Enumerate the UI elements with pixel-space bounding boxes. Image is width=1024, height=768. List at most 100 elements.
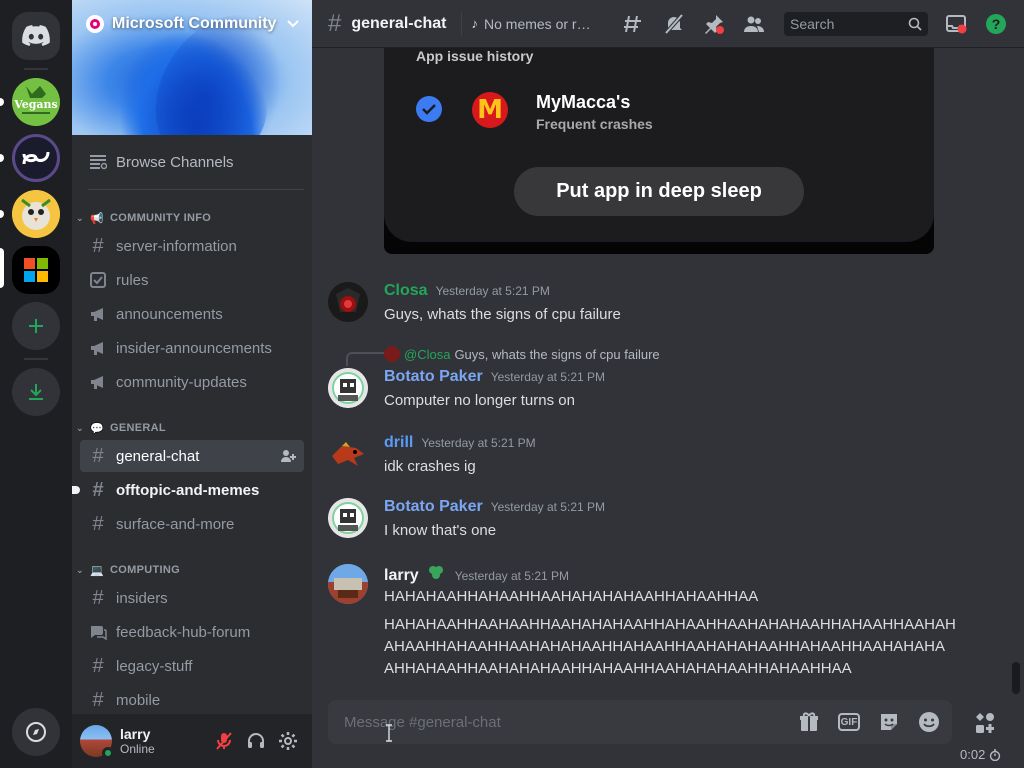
server-header[interactable]: Microsoft Community [72, 0, 312, 48]
timer-value: 0:02 [960, 747, 986, 762]
channel-server-information[interactable]: # server-information [80, 230, 304, 262]
avatar[interactable] [328, 282, 368, 322]
message-item: larry Yesterday at 5:21 PM HAHAHAAHHAHAA… [328, 564, 1008, 684]
server-icon-vegans[interactable]: Vegans [12, 78, 60, 126]
avatar[interactable] [328, 498, 368, 538]
channel-legacy-stuff[interactable]: # legacy-stuff [80, 650, 304, 682]
user-info[interactable]: larry Online [120, 726, 208, 756]
search-input[interactable]: Search [784, 12, 928, 36]
search-icon [908, 17, 922, 31]
message-input-placeholder: Message #general-chat [344, 713, 501, 731]
bell-muted-icon [664, 13, 684, 35]
server-icon-ae[interactable] [12, 134, 60, 182]
gift-button[interactable] [796, 709, 822, 735]
hash-icon: # [328, 9, 342, 37]
channel-insider-announcements[interactable]: insider-announcements [80, 332, 304, 364]
deafen-button[interactable] [240, 725, 272, 757]
category-general[interactable]: ⌄ 💬 GENERAL [74, 418, 166, 438]
message-line: HAHAHAAHHAAHAAHHAAHAHAHAAHHAHAAHHAAHAHAH… [384, 616, 956, 633]
plus-icon [29, 319, 43, 333]
apps-button[interactable] [970, 708, 1000, 738]
channel-topic[interactable]: No memes or ra... [484, 16, 592, 32]
hash-icon: # [92, 655, 104, 677]
channel-offtopic-and-memes[interactable]: # offtopic-and-memes [72, 474, 304, 506]
message-content: Guys, whats the signs of cpu failure [384, 306, 621, 323]
channel-mobile[interactable]: # mobile [80, 684, 304, 716]
svg-text:Vegans: Vegans [13, 98, 58, 111]
svg-text:?: ? [992, 16, 1001, 32]
server-badge-icon [86, 15, 104, 33]
notification-settings-button[interactable] [662, 12, 686, 36]
channel-label: insiders [116, 589, 168, 607]
discord-app: Vegans Microsoft Community Browse Channe… [0, 0, 1024, 768]
channel-insiders[interactable]: # insiders [80, 582, 304, 614]
channel-label: rules [116, 271, 149, 289]
scrollbar-thumb[interactable] [1012, 662, 1020, 694]
microphone-muted-icon [216, 732, 232, 750]
avatar[interactable] [328, 434, 368, 474]
message-author[interactable]: Closa [384, 282, 428, 300]
member-list-button[interactable] [742, 12, 766, 36]
channel-rules[interactable]: rules [80, 264, 304, 296]
rules-check-icon [88, 270, 108, 290]
screenshot-app-name: MyMacca's [536, 92, 631, 112]
message-line: AHAAHHAHAAHHAAHAHAHAAHHAHAAHHAAHAHAHAAHH… [384, 638, 945, 655]
message-timestamp: Yesterday at 5:21 PM [421, 436, 536, 450]
channel-label: mobile [116, 691, 161, 709]
mute-button[interactable] [208, 725, 240, 757]
pinned-messages-button[interactable] [702, 12, 726, 36]
channel-feedback-hub-forum[interactable]: feedback-hub-forum [80, 616, 304, 648]
category-computing[interactable]: ⌄ 💻 COMPUTING [74, 560, 180, 580]
download-icon [29, 384, 43, 400]
reply-author: @Closa [404, 346, 451, 362]
reply-preview[interactable]: @Closa Guys, whats the signs of cpu fail… [384, 346, 660, 362]
message-author[interactable]: drill [384, 434, 413, 452]
tiktok-emoji-icon: ♪ [471, 16, 479, 31]
category-label: COMPUTING [110, 564, 180, 576]
sticker-button[interactable] [876, 709, 902, 735]
discord-home-button[interactable] [12, 12, 60, 60]
message-input[interactable]: Message #general-chat GIF [328, 700, 952, 744]
channel-surface-and-more[interactable]: # surface-and-more [80, 508, 304, 540]
channel-label: offtopic-and-memes [116, 481, 260, 499]
avatar[interactable] [80, 725, 114, 759]
channel-announcements[interactable]: announcements [80, 298, 304, 330]
add-member-icon[interactable] [280, 448, 296, 468]
reply-text: Guys, whats the signs of cpu failure [454, 346, 660, 362]
user-name: larry [120, 726, 151, 742]
attached-image[interactable]: App issue history M MyMacca's Frequent c… [384, 48, 934, 254]
browse-channels-button[interactable]: Browse Channels [80, 146, 304, 178]
download-apps-button[interactable] [12, 368, 60, 416]
gif-button[interactable]: GIF [836, 709, 862, 735]
avatar[interactable] [328, 564, 368, 604]
category-community-info[interactable]: ⌄ 📢 COMMUNITY INFO [74, 208, 211, 228]
screenshot-deep-sleep-button: Put app in deep sleep [514, 167, 804, 216]
discover-button[interactable] [12, 708, 60, 756]
user-settings-button[interactable] [272, 725, 304, 757]
emoji-button[interactable] [916, 709, 942, 735]
message-line: HAHAHAAHHAHAAHHAAHAHAHAHAAHHAHAAHHAA [384, 588, 759, 605]
unread-indicator [72, 486, 80, 494]
message-content: HAHAHAAHHAHAAHHAAHAHAHAHAAHHAHAAHHAA HAH… [384, 586, 956, 680]
channel-label: surface-and-more [116, 515, 235, 533]
add-server-button[interactable] [12, 302, 60, 350]
bird-server-icon [12, 190, 60, 238]
message-author[interactable]: Botato Paker [384, 368, 483, 386]
threads-button[interactable] [622, 12, 646, 36]
message-author[interactable]: larry [384, 567, 419, 585]
inbox-icon [946, 15, 967, 34]
header-toolbar [622, 12, 766, 36]
server-icon-bird[interactable] [12, 190, 60, 238]
help-button[interactable]: ? [984, 12, 1008, 36]
reply-avatar [384, 346, 400, 362]
channel-header: # general-chat ♪ No memes or ra... Searc… [312, 0, 1024, 48]
server-icon-microsoft-community[interactable] [12, 246, 60, 294]
avatar[interactable] [328, 368, 368, 408]
sticker-icon [881, 714, 897, 730]
screenshot-app-issue: Frequent crashes [536, 116, 653, 132]
channel-general-chat[interactable]: # general-chat [80, 440, 304, 472]
message-author[interactable]: Botato Paker [384, 498, 483, 516]
category-label: GENERAL [110, 422, 166, 434]
inbox-button[interactable] [944, 12, 968, 36]
channel-community-updates[interactable]: community-updates [80, 366, 304, 398]
